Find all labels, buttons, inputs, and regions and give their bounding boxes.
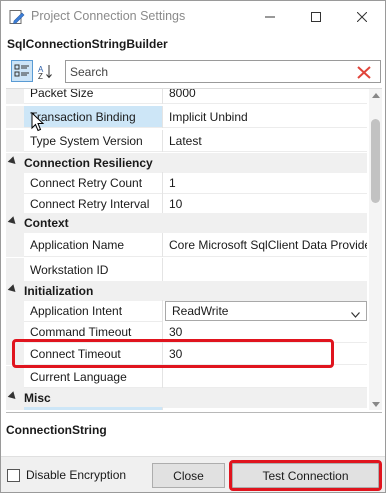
test-connection-button[interactable]: Test Connection xyxy=(232,463,379,488)
maximize-icon[interactable] xyxy=(293,1,339,33)
property-value[interactable]: 30 xyxy=(163,321,367,343)
collapse-icon[interactable] xyxy=(7,156,19,167)
property-row-packet-size[interactable]: Packet Size 8000 xyxy=(6,89,367,104)
property-row-workstation-id[interactable]: Workstation ID xyxy=(6,258,367,282)
property-row-application-name[interactable]: Application Name Core Microsoft SqlClien… xyxy=(6,233,367,257)
property-row-type-system-version[interactable]: Type System Version Latest xyxy=(6,130,367,152)
property-name: Workstation ID xyxy=(24,258,162,282)
property-row-command-timeout[interactable]: Command Timeout 30 xyxy=(6,321,367,343)
property-row-current-language[interactable]: Current Language xyxy=(6,366,367,388)
title-bar: Project Connection Settings xyxy=(1,1,385,33)
alphabetical-sort-icon[interactable]: A Z xyxy=(35,60,57,82)
property-value[interactable]: Core Microsoft SqlClient Data Provider xyxy=(163,233,367,257)
category-initialization[interactable]: Initialization xyxy=(6,281,367,301)
vertical-scrollbar[interactable] xyxy=(369,89,382,410)
property-value[interactable]: 1 xyxy=(163,172,367,194)
categorized-view-icon[interactable] xyxy=(11,60,33,82)
description-title: ConnectionString xyxy=(6,423,107,437)
property-name: Current Language xyxy=(24,366,162,388)
collapse-icon[interactable] xyxy=(7,391,19,402)
app-edit-icon xyxy=(9,9,25,25)
clear-search-icon[interactable] xyxy=(356,64,372,80)
property-name: Packet Size xyxy=(24,89,162,104)
collapse-icon[interactable] xyxy=(7,216,19,227)
property-grid-toolbar: A Z xyxy=(7,59,381,85)
collapse-icon[interactable] xyxy=(7,284,19,295)
category-name: Misc xyxy=(24,391,51,405)
property-row-connect-retry-count[interactable]: Connect Retry Count 1 xyxy=(6,172,367,194)
property-name: Connect Retry Interval xyxy=(24,193,162,215)
svg-text:Z: Z xyxy=(38,72,43,79)
property-value[interactable] xyxy=(163,366,367,388)
category-name: Connection Resiliency xyxy=(24,156,153,170)
scroll-up-icon[interactable] xyxy=(372,93,380,98)
disable-encryption-label: Disable Encryption xyxy=(26,468,127,482)
close-button[interactable]: Close xyxy=(152,463,225,488)
application-intent-dropdown[interactable]: ReadWrite xyxy=(165,301,367,321)
property-value[interactable] xyxy=(163,407,367,410)
property-value[interactable]: Latest xyxy=(163,130,367,152)
property-name: Application Intent xyxy=(24,300,162,322)
property-value[interactable]: 30 xyxy=(163,343,367,365)
property-name: Connect Retry Count xyxy=(24,172,162,194)
category-context[interactable]: Context xyxy=(6,213,367,233)
close-window-icon[interactable] xyxy=(339,1,385,33)
property-row-transaction-binding[interactable]: Transaction Binding Implicit Unbind xyxy=(6,106,367,128)
disable-encryption-checkbox[interactable]: Disable Encryption xyxy=(7,468,126,482)
chevron-down-icon[interactable] xyxy=(351,307,360,321)
window-title: Project Connection Settings xyxy=(31,9,186,23)
property-value[interactable]: Implicit Unbind xyxy=(163,106,367,128)
checkbox-box[interactable] xyxy=(7,468,20,482)
search-box xyxy=(65,60,381,83)
object-type-label: SqlConnectionStringBuilder xyxy=(7,37,168,51)
dropdown-selected-value: ReadWrite xyxy=(172,304,229,318)
property-value[interactable] xyxy=(163,258,367,282)
connection-settings-window: Project Connection Settings SqlConnectio… xyxy=(0,0,386,493)
mouse-pointer-icon xyxy=(31,111,45,135)
minimize-icon[interactable] xyxy=(247,1,293,33)
property-row-application-intent[interactable]: Application Intent ReadWrite xyxy=(6,300,367,322)
property-value[interactable]: 8000 xyxy=(163,89,367,104)
scrollbar-thumb[interactable] xyxy=(371,119,380,203)
property-row-connect-retry-interval[interactable]: Connect Retry Interval 10 xyxy=(6,193,367,215)
category-misc[interactable]: Misc xyxy=(6,388,367,408)
property-grid: Packet Size 8000 Transaction Binding Imp… xyxy=(6,88,382,410)
category-name: Context xyxy=(24,216,69,230)
search-input[interactable] xyxy=(70,63,340,80)
property-name: Connect Timeout xyxy=(24,343,162,365)
property-name: Application Name xyxy=(24,233,162,257)
description-pane: ConnectionString xyxy=(6,412,382,452)
category-connection-resiliency[interactable]: Connection Resiliency xyxy=(6,153,367,173)
scroll-down-icon[interactable] xyxy=(372,402,380,407)
property-name: Command Timeout xyxy=(24,321,162,343)
property-value[interactable]: 10 xyxy=(163,193,367,215)
property-row-connect-timeout[interactable]: Connect Timeout 30 xyxy=(6,343,367,365)
category-name: Initialization xyxy=(24,284,94,298)
property-row-partial[interactable] xyxy=(6,407,367,410)
property-name xyxy=(24,407,162,410)
dialog-footer: Disable Encryption Close Test Connection xyxy=(1,456,385,492)
